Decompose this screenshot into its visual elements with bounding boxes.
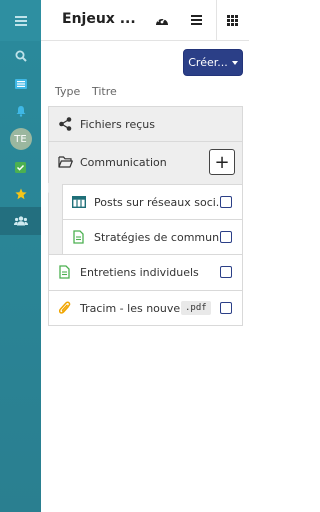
column-header-type[interactable]: Type <box>55 85 80 98</box>
file-extension-badge: .pdf <box>181 301 211 315</box>
select-checkbox[interactable] <box>220 302 232 314</box>
plus-icon: + <box>214 151 230 173</box>
caret-down-icon <box>231 60 238 65</box>
list-item-label: Tracim - les nouve... <box>80 302 191 315</box>
list-item-individual-interviews[interactable]: Entretiens individuels <box>48 254 243 291</box>
folder-open-icon <box>58 156 73 168</box>
search-icon <box>15 50 27 62</box>
kanban-icon <box>72 196 86 208</box>
grid-icon <box>226 14 238 26</box>
sidebar-menu-toggle[interactable] <box>0 0 41 41</box>
dashboard-button[interactable] <box>152 10 172 30</box>
list-icon <box>190 15 202 25</box>
menu-icon <box>14 15 27 26</box>
sidebar: TE <box>0 0 41 512</box>
sidebar-item-notifications[interactable] <box>0 97 41 125</box>
create-button-label: Créer... <box>188 56 228 69</box>
avatar-initials: TE <box>14 133 27 145</box>
sidebar-item-search[interactable] <box>0 42 41 70</box>
sidebar-item-spaces[interactable] <box>0 207 41 235</box>
sidebar-item-tasks[interactable] <box>0 153 41 181</box>
document-icon <box>59 265 70 279</box>
sidebar-item-favorites[interactable] <box>0 180 41 208</box>
apps-button[interactable] <box>222 10 242 30</box>
header-divider <box>216 0 217 41</box>
column-header-title[interactable]: Titre <box>92 85 117 98</box>
dashboard-list-icon <box>14 79 27 89</box>
sidebar-item-profile[interactable]: TE <box>0 124 41 154</box>
users-icon <box>13 216 28 226</box>
list-view-button[interactable] <box>186 10 206 30</box>
add-content-button[interactable]: + <box>209 149 235 175</box>
list-item-label: Stratégies de communi... <box>94 231 233 244</box>
folder-notch <box>48 183 62 193</box>
share-icon <box>59 117 72 131</box>
avatar: TE <box>9 128 32 150</box>
list-item-social-posts[interactable]: Posts sur réseaux soci... <box>62 184 243 220</box>
list-item-label: Entretiens individuels <box>80 266 199 279</box>
select-checkbox[interactable] <box>220 266 232 278</box>
create-button[interactable]: Créer... <box>183 49 243 76</box>
header: Enjeux ... <box>41 0 249 41</box>
list-item-label: Communication <box>80 156 167 169</box>
star-icon <box>14 188 27 200</box>
list-item-label: Fichiers reçus <box>80 118 155 131</box>
list-item-tracim-file[interactable]: Tracim - les nouve... <box>48 290 243 326</box>
page-title: Enjeux ... <box>62 11 136 27</box>
gauge-icon <box>156 16 168 25</box>
sidebar-item-activity[interactable] <box>0 70 41 98</box>
list-item-label: Posts sur réseaux soci... <box>94 196 227 209</box>
select-checkbox[interactable] <box>220 196 232 208</box>
bell-icon <box>16 106 25 117</box>
list-item-communication-strategies[interactable]: Stratégies de communi... <box>62 219 243 255</box>
list-item-received-files[interactable]: Fichiers reçus <box>48 106 243 142</box>
document-icon <box>73 230 84 244</box>
check-square-icon <box>15 161 26 173</box>
select-checkbox[interactable] <box>220 231 232 243</box>
paperclip-icon <box>59 301 71 314</box>
